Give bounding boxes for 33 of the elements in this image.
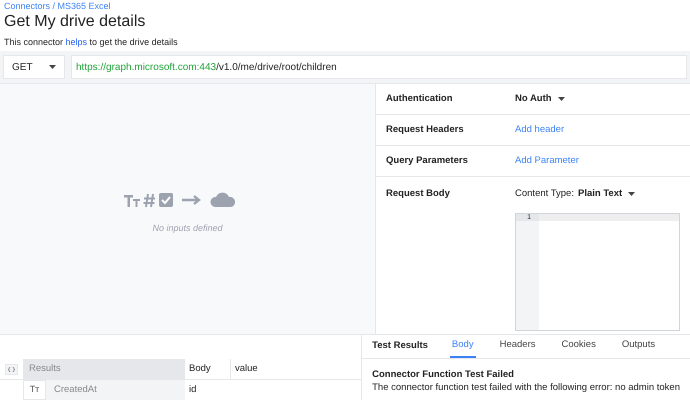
error-title: Connector Function Test Failed bbox=[372, 368, 515, 381]
results-tab[interactable]: Cookies bbox=[560, 335, 598, 358]
table-cell-text: id bbox=[188, 382, 198, 397]
empty-inputs-text: No inputs defined bbox=[152, 222, 223, 236]
setting-label: Authentication bbox=[386, 92, 454, 106]
results-tab[interactable]: Body bbox=[450, 335, 476, 358]
table-header-cell: Results bbox=[23, 359, 185, 379]
table-header-cell: Body bbox=[185, 359, 231, 379]
caret-icon bbox=[628, 192, 636, 196]
setting-label: Request Body bbox=[386, 187, 451, 201]
page-title: Get My drive details bbox=[4, 12, 146, 32]
caret-icon bbox=[49, 65, 56, 70]
caret-icon bbox=[558, 97, 565, 101]
setting-label: Request Headers bbox=[386, 122, 465, 137]
error-message: The connector function test failed with the following error: no admin token bbox=[372, 381, 680, 394]
table-cell-text: CreatedAt bbox=[53, 382, 98, 397]
braces-icon[interactable] bbox=[5, 364, 18, 374]
results-tab[interactable]: Headers bbox=[498, 335, 538, 358]
method-select[interactable]: GET bbox=[3, 55, 65, 80]
results-tab[interactable]: Outputs bbox=[620, 335, 658, 358]
url-field[interactable]: https://graph.microsoft.com:443/v1.0/me/drive/root/children bbox=[71, 55, 687, 80]
add-link[interactable]: Add Parameter bbox=[515, 154, 579, 168]
content-type-dropdown[interactable]: Plain Text bbox=[578, 187, 636, 202]
test-results-title: Test Results bbox=[372, 339, 428, 354]
add-link[interactable]: Add header bbox=[515, 122, 564, 138]
helps-link[interactable]: helps bbox=[66, 37, 88, 47]
text-type-icon: Tт bbox=[23, 380, 46, 400]
content-type-label: Content Type: bbox=[515, 187, 574, 201]
description: This connector helps to get the drive details bbox=[4, 36, 179, 48]
breadcrumb[interactable]: Connectors / MS365 Excel bbox=[4, 1, 686, 12]
setting-label: Query Parameters bbox=[386, 154, 469, 168]
table-header-cell-text: value bbox=[234, 362, 259, 376]
auth-dropdown[interactable]: No Auth bbox=[515, 92, 565, 106]
